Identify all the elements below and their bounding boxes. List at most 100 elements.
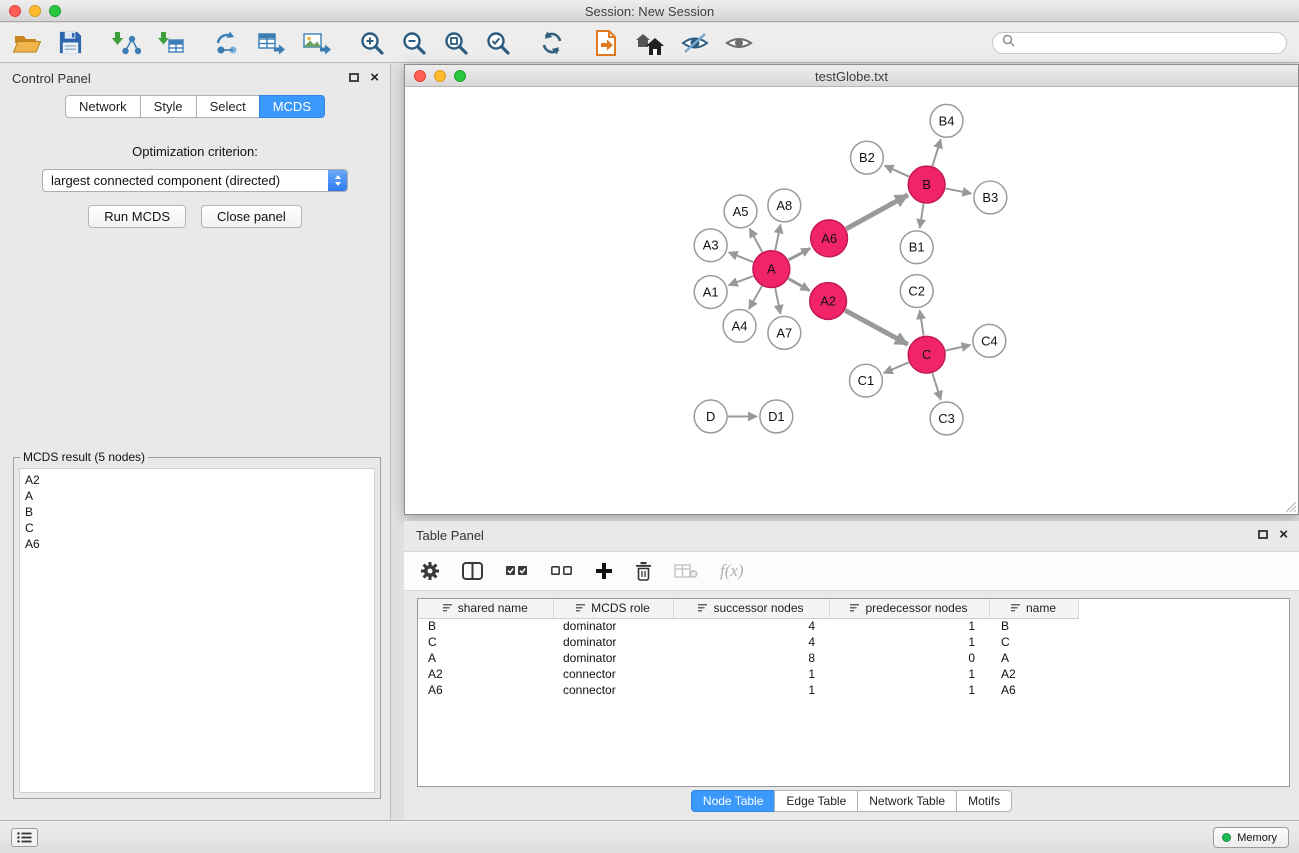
table-cell[interactable]: 4 — [673, 634, 829, 650]
graph-node-B1[interactable]: B1 — [900, 231, 933, 264]
graph-node-B[interactable]: B — [908, 166, 945, 203]
refresh-icon[interactable] — [539, 30, 565, 56]
table-cell[interactable]: 1 — [673, 682, 829, 698]
graph-edge-C-C1[interactable] — [884, 362, 909, 373]
mcds-result-item[interactable]: A2 — [25, 472, 369, 488]
table-cell[interactable]: 1 — [829, 682, 989, 698]
mcds-result-list[interactable]: A2ABCA6 — [19, 468, 375, 793]
table-cell[interactable]: 1 — [829, 618, 989, 634]
graph-node-A2[interactable]: A2 — [810, 283, 847, 320]
graph-node-C3[interactable]: C3 — [930, 402, 963, 435]
table-cell[interactable]: A2 — [989, 666, 1078, 682]
graph-node-C1[interactable]: C1 — [850, 364, 883, 397]
show-hide-eye-icon[interactable] — [725, 32, 753, 54]
tab-style[interactable]: Style — [140, 95, 197, 118]
graph-node-C2[interactable]: C2 — [900, 275, 933, 308]
mcds-result-item[interactable]: B — [25, 504, 369, 520]
table-row[interactable]: Bdominator41B — [418, 618, 1078, 634]
graph-node-A8[interactable]: A8 — [768, 189, 801, 222]
close-table-panel-icon[interactable]: × — [1279, 529, 1288, 540]
table-cell[interactable]: 4 — [673, 618, 829, 634]
zoom-fit-icon[interactable] — [443, 30, 469, 56]
table-from-url-icon[interactable] — [257, 30, 286, 56]
float-panel-icon[interactable] — [349, 73, 359, 82]
graph-node-A5[interactable]: A5 — [724, 195, 757, 228]
table-cell[interactable]: 1 — [829, 634, 989, 650]
column-header-successor-nodes[interactable]: successor nodes — [673, 599, 829, 618]
zoom-in-icon[interactable] — [359, 30, 385, 56]
deselect-all-icon[interactable] — [550, 564, 573, 578]
graph-node-C[interactable]: C — [908, 336, 945, 373]
table-cell[interactable]: A — [989, 650, 1078, 666]
graph-node-D[interactable]: D — [694, 400, 727, 433]
graph-node-A[interactable]: A — [753, 251, 790, 288]
gear-icon[interactable] — [420, 561, 440, 581]
delete-table-icon[interactable] — [674, 563, 698, 579]
mcds-result-item[interactable]: A6 — [25, 536, 369, 552]
tab-network-table[interactable]: Network Table — [857, 790, 957, 812]
graph-node-A6[interactable]: A6 — [811, 220, 848, 257]
graph-edge-A-A8[interactable] — [775, 224, 780, 250]
import-network-file-icon[interactable] — [111, 30, 141, 56]
graph-edge-A-A3[interactable] — [729, 252, 754, 262]
graph-edge-C-C2[interactable] — [920, 310, 924, 335]
table-cell[interactable]: C — [418, 634, 553, 650]
column-header-name[interactable]: name — [989, 599, 1078, 618]
columns-icon[interactable] — [462, 562, 483, 580]
table-cell[interactable]: 1 — [829, 666, 989, 682]
close-panel-icon[interactable]: × — [370, 72, 379, 83]
save-icon[interactable] — [58, 30, 83, 55]
table-cell[interactable]: A2 — [418, 666, 553, 682]
graph-edge-A6-B[interactable] — [846, 195, 908, 229]
search-input[interactable] — [1020, 36, 1277, 50]
column-header-predecessor-nodes[interactable]: predecessor nodes — [829, 599, 989, 618]
table-cell[interactable]: A6 — [418, 682, 553, 698]
network-graph[interactable]: B4B2BB3A5A8A6A3B1AA1C2A2A4A7C4CC1C3DD1 — [405, 88, 1298, 514]
add-column-icon[interactable] — [595, 562, 613, 580]
graph-node-A3[interactable]: A3 — [694, 229, 727, 262]
mcds-result-item[interactable]: A — [25, 488, 369, 504]
graph-node-A4[interactable]: A4 — [723, 309, 756, 342]
graph-edge-B-B2[interactable] — [885, 166, 909, 177]
graph-edge-B-B3[interactable] — [946, 188, 972, 193]
import-table-file-icon[interactable] — [157, 30, 185, 56]
graph-edge-A-A5[interactable] — [750, 229, 763, 252]
graph-node-A1[interactable]: A1 — [694, 276, 727, 309]
table-cell[interactable]: connector — [553, 666, 673, 682]
open-folder-icon[interactable] — [12, 30, 42, 55]
graph-edge-A-A6[interactable] — [788, 248, 810, 260]
open-session-icon[interactable] — [593, 29, 619, 57]
table-cell[interactable]: dominator — [553, 618, 673, 634]
graph-edge-A2-C[interactable] — [845, 310, 908, 344]
table-cell[interactable]: B — [418, 618, 553, 634]
zoom-selected-icon[interactable] — [485, 30, 511, 56]
table-row[interactable]: Cdominator41C — [418, 634, 1078, 650]
table-cell[interactable]: 1 — [673, 666, 829, 682]
graph-edge-B-B1[interactable] — [920, 204, 924, 228]
tab-edge-table[interactable]: Edge Table — [774, 790, 858, 812]
graph-edge-A-A7[interactable] — [775, 288, 780, 314]
run-mcds-button[interactable]: Run MCDS — [88, 205, 186, 228]
float-table-panel-icon[interactable] — [1258, 530, 1268, 539]
select-all-icon[interactable] — [505, 564, 528, 578]
graph-edge-A-A1[interactable] — [729, 276, 753, 285]
tab-select[interactable]: Select — [196, 95, 260, 118]
graph-node-B2[interactable]: B2 — [851, 141, 884, 174]
graph-node-B3[interactable]: B3 — [974, 181, 1007, 214]
column-header-MCDS-role[interactable]: MCDS role — [553, 599, 673, 618]
table-cell[interactable]: B — [989, 618, 1078, 634]
memory-button[interactable]: Memory — [1213, 827, 1289, 848]
graph-node-C4[interactable]: C4 — [973, 324, 1006, 357]
network-canvas[interactable]: B4B2BB3A5A8A6A3B1AA1C2A2A4A7C4CC1C3DD1 — [405, 88, 1298, 514]
graphics-details-icon[interactable] — [681, 31, 709, 55]
graph-edge-A-A2[interactable] — [788, 279, 809, 291]
mcds-result-item[interactable]: C — [25, 520, 369, 536]
tab-network[interactable]: Network — [65, 95, 141, 118]
criterion-dropdown[interactable]: largest connected component (directed) — [42, 169, 348, 192]
table-cell[interactable]: dominator — [553, 634, 673, 650]
tab-motifs[interactable]: Motifs — [956, 790, 1012, 812]
column-header-shared-name[interactable]: shared name — [418, 599, 553, 618]
table-cell[interactable]: A — [418, 650, 553, 666]
close-panel-button[interactable]: Close panel — [201, 205, 302, 228]
delete-column-icon[interactable] — [635, 561, 652, 581]
